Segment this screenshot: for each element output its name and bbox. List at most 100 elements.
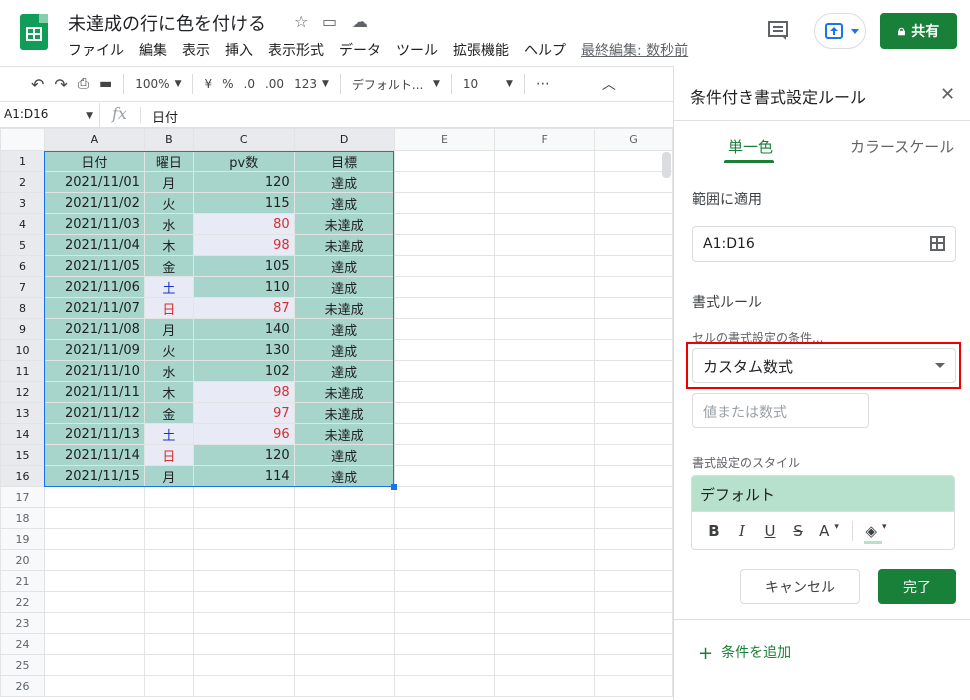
grid-cell[interactable]: 木 bbox=[143, 381, 194, 403]
grid-cell[interactable] bbox=[143, 654, 194, 676]
grid-cell[interactable] bbox=[192, 675, 295, 697]
grid-cell[interactable] bbox=[293, 654, 395, 676]
grid-cell[interactable] bbox=[494, 402, 596, 424]
grid-cell[interactable] bbox=[594, 612, 673, 634]
row-header[interactable]: 5 bbox=[0, 234, 45, 256]
condition-dropdown[interactable]: カスタム数式 bbox=[692, 348, 956, 383]
grid-cell[interactable] bbox=[43, 570, 145, 592]
grid-cell[interactable]: 日 bbox=[143, 444, 194, 466]
grid-cell[interactable]: 2021/11/05 bbox=[43, 255, 145, 277]
row-header[interactable]: 25 bbox=[0, 654, 45, 676]
grid-cell[interactable]: 115 bbox=[192, 192, 295, 214]
grid-cell[interactable] bbox=[594, 633, 673, 655]
print-icon[interactable]: ⎙ bbox=[73, 72, 94, 96]
row-header[interactable]: 22 bbox=[0, 591, 45, 613]
column-header[interactable]: E bbox=[393, 128, 496, 151]
grid-cell[interactable] bbox=[293, 570, 395, 592]
grid-cell[interactable] bbox=[594, 591, 673, 613]
font-select[interactable]: デフォルト... ▼ bbox=[347, 72, 445, 96]
grid-cell[interactable] bbox=[393, 318, 496, 340]
grid-cell[interactable]: 2021/11/08 bbox=[43, 318, 145, 340]
grid-cell[interactable] bbox=[594, 297, 673, 319]
style-preview[interactable]: デフォルト bbox=[692, 476, 954, 511]
grid-cell[interactable] bbox=[393, 255, 496, 277]
grid-cell[interactable]: 114 bbox=[192, 465, 295, 487]
menu-insert[interactable]: 挿入 bbox=[225, 40, 260, 60]
grid-cell[interactable]: 2021/11/09 bbox=[43, 339, 145, 361]
grid-cell[interactable]: 140 bbox=[192, 318, 295, 340]
select-range-icon[interactable] bbox=[930, 236, 945, 251]
grid-cell[interactable] bbox=[594, 654, 673, 676]
grid-cell[interactable] bbox=[43, 507, 145, 529]
grid-cell[interactable] bbox=[293, 675, 395, 697]
sheets-logo-icon[interactable] bbox=[20, 14, 48, 50]
grid-cell[interactable]: 120 bbox=[192, 171, 295, 193]
grid-cell[interactable]: 達成 bbox=[293, 255, 395, 277]
grid-cell[interactable] bbox=[143, 486, 194, 508]
redo-icon[interactable]: ↷ bbox=[49, 72, 72, 96]
document-title[interactable]: 未達成の行に色を付ける bbox=[68, 10, 266, 36]
grid-cell[interactable]: 達成 bbox=[293, 171, 395, 193]
grid-cell[interactable] bbox=[494, 612, 596, 634]
grid-cell[interactable]: 110 bbox=[192, 276, 295, 298]
grid-cell[interactable] bbox=[43, 591, 145, 613]
menu-extensions[interactable]: 拡張機能 bbox=[453, 40, 516, 60]
grid-cell[interactable] bbox=[594, 192, 673, 214]
formula-input[interactable]: 日付 bbox=[152, 107, 178, 126]
grid-cell[interactable] bbox=[192, 591, 295, 613]
grid-cell[interactable] bbox=[293, 507, 395, 529]
grid-cell[interactable] bbox=[393, 507, 496, 529]
grid-cell[interactable] bbox=[192, 612, 295, 634]
grid-cell[interactable] bbox=[143, 675, 194, 697]
grid-cell[interactable] bbox=[393, 423, 496, 445]
underline-button[interactable]: U bbox=[756, 522, 784, 540]
row-header[interactable]: 18 bbox=[0, 507, 45, 529]
grid-cell[interactable] bbox=[594, 402, 673, 424]
row-header[interactable]: 1 bbox=[0, 150, 45, 172]
column-header[interactable]: D bbox=[293, 128, 395, 151]
column-header[interactable]: A bbox=[43, 128, 145, 151]
grid-cell[interactable] bbox=[43, 549, 145, 571]
grid-cell[interactable]: 未達成 bbox=[293, 402, 395, 424]
row-header[interactable]: 3 bbox=[0, 192, 45, 214]
name-box[interactable]: A1:D16 ▼ bbox=[0, 103, 100, 127]
grid-cell[interactable] bbox=[594, 213, 673, 235]
comment-history-icon[interactable] bbox=[766, 20, 794, 44]
grid-cell[interactable] bbox=[494, 192, 596, 214]
grid-cell[interactable] bbox=[594, 276, 673, 298]
grid-cell[interactable] bbox=[293, 591, 395, 613]
cloud-status-icon[interactable]: ☁ bbox=[352, 12, 368, 31]
grid-cell[interactable]: 2021/11/15 bbox=[43, 465, 145, 487]
row-header[interactable]: 11 bbox=[0, 360, 45, 382]
add-rule-button[interactable]: + 条件を追加 bbox=[698, 642, 791, 664]
grid-cell[interactable] bbox=[494, 213, 596, 235]
grid-cell[interactable] bbox=[594, 318, 673, 340]
grid-cell[interactable] bbox=[393, 549, 496, 571]
row-header[interactable]: 24 bbox=[0, 633, 45, 655]
grid-cell[interactable]: 達成 bbox=[293, 192, 395, 214]
grid-cell[interactable] bbox=[494, 318, 596, 340]
row-header[interactable]: 16 bbox=[0, 465, 45, 487]
grid-cell[interactable]: 2021/11/11 bbox=[43, 381, 145, 403]
grid-cell[interactable] bbox=[494, 591, 596, 613]
grid-cell[interactable] bbox=[143, 549, 194, 571]
grid-cell[interactable] bbox=[393, 234, 496, 256]
grid-cell[interactable]: 達成 bbox=[293, 339, 395, 361]
grid-cell[interactable]: 達成 bbox=[293, 360, 395, 382]
grid-cell[interactable] bbox=[494, 276, 596, 298]
grid-cell[interactable]: 2021/11/14 bbox=[43, 444, 145, 466]
row-header[interactable]: 9 bbox=[0, 318, 45, 340]
grid-cell[interactable] bbox=[192, 507, 295, 529]
row-header[interactable]: 2 bbox=[0, 171, 45, 193]
grid-cell[interactable]: 木 bbox=[143, 234, 194, 256]
grid-cell[interactable]: 2021/11/13 bbox=[43, 423, 145, 445]
grid-cell[interactable] bbox=[594, 507, 673, 529]
grid-cell[interactable] bbox=[594, 234, 673, 256]
grid-cell[interactable] bbox=[143, 570, 194, 592]
grid-cell[interactable]: 2021/11/10 bbox=[43, 360, 145, 382]
grid-cell[interactable]: 130 bbox=[192, 339, 295, 361]
grid-cell[interactable] bbox=[494, 654, 596, 676]
grid-cell[interactable] bbox=[393, 171, 496, 193]
grid-cell[interactable] bbox=[293, 486, 395, 508]
bold-button[interactable]: B bbox=[700, 522, 728, 540]
